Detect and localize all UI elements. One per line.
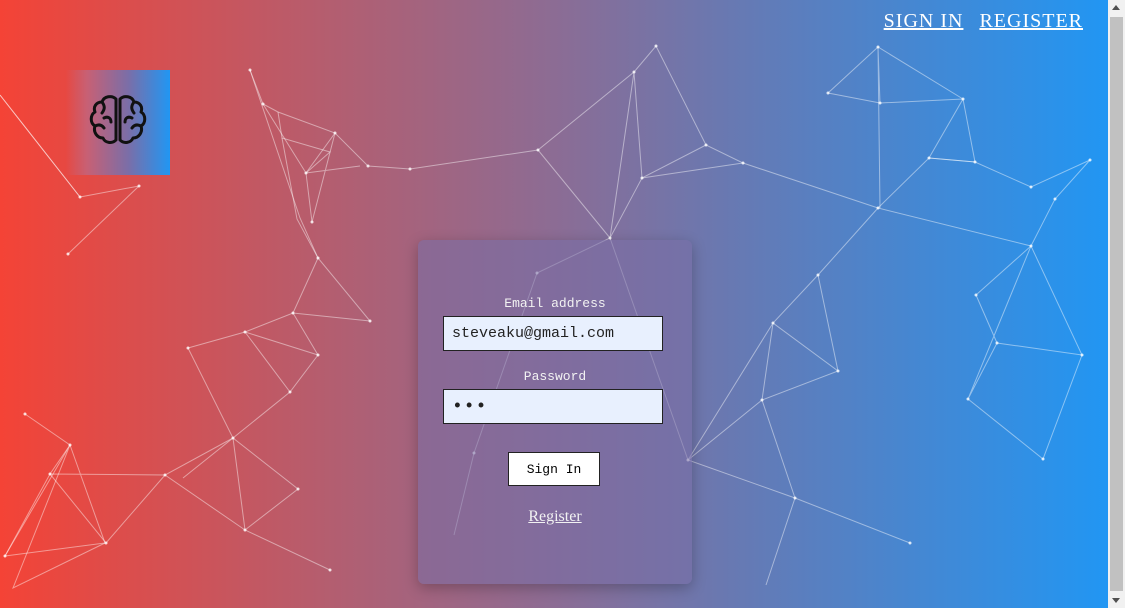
scroll-thumb[interactable] [1110,17,1123,591]
email-field[interactable] [443,316,663,351]
logo [66,70,170,175]
brain-icon [87,93,149,152]
password-field[interactable] [443,389,663,424]
nav-sign-in-link[interactable]: SIGN IN [884,10,964,33]
top-nav: SIGN IN REGISTER [884,10,1083,33]
background: SIGN IN REGISTER Email address Password … [0,0,1108,608]
vertical-scrollbar[interactable] [1108,0,1125,608]
register-link[interactable]: Register [418,508,692,526]
scroll-down-arrow-icon[interactable] [1112,598,1120,603]
login-card: Email address Password Sign In Register [418,240,692,584]
password-label: Password [523,369,587,384]
scroll-up-arrow-icon[interactable] [1112,5,1120,10]
sign-in-button[interactable]: Sign In [508,452,600,486]
email-label: Email address [504,296,606,311]
nav-register-link[interactable]: REGISTER [979,10,1083,33]
